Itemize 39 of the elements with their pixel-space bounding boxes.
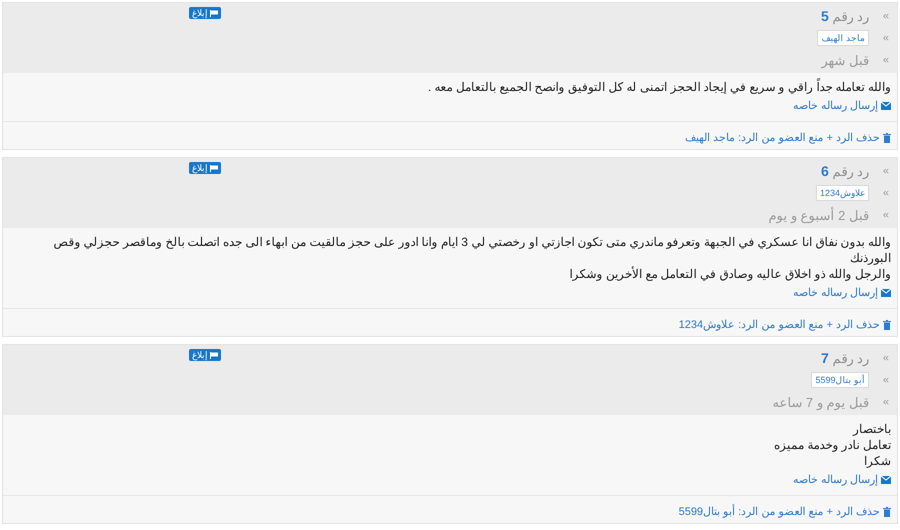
flag-icon — [210, 10, 218, 16]
post-time: قبل 2 أسبوع و يوم — [768, 208, 869, 222]
bullet-marker: » — [882, 396, 889, 408]
private-message-link[interactable]: إرسال رساله خاصه — [792, 473, 891, 487]
report-button[interactable]: إبلاغ — [189, 349, 221, 361]
private-message-link[interactable]: إرسال رساله خاصه — [792, 286, 891, 300]
reply-text: تعامل نادر وخدمة مميزه — [772, 437, 891, 453]
delete-ban-link[interactable]: حذف الرد + منع العضو من الرد: ماجد الهيف — [685, 131, 891, 145]
report-button[interactable]: إبلاغ — [189, 162, 221, 174]
flag-icon — [210, 352, 218, 358]
author-link[interactable]: أبو بتال5599 — [811, 372, 869, 388]
bullet-marker: » — [882, 374, 889, 386]
bullet-marker: » — [882, 209, 889, 221]
bullet-marker: » — [882, 32, 889, 44]
post-time: قبل شهر — [821, 52, 869, 68]
reply-text: والله بدون نفاق انا عسكري في الجبهة وتعرفو ماندري متى تكون اجازتي او رخصتي لي 3 ايام وانا ادور على حجز مالقيت من ابهاء الى جده اتصلت بالخ وماقصر حجزلي وقص البورذنك — [52, 234, 891, 266]
post-time: قبل يوم و 7 ساعه — [772, 394, 869, 410]
reply-text: باختصار — [852, 421, 891, 437]
trash-icon — [883, 320, 891, 330]
report-button[interactable]: إبلاغ — [189, 7, 221, 19]
bullet-marker: » — [882, 187, 889, 199]
delete-ban-link[interactable]: حذف الرد + منع العضو من الرد: علاوش1234 — [678, 318, 891, 332]
flag-icon — [210, 164, 218, 172]
envelope-icon — [881, 476, 891, 484]
delete-ban-link[interactable]: حذف الرد + منع العضو من الرد: أبو بتال5599 — [678, 505, 891, 519]
author-link[interactable]: ماجد الهيف — [817, 30, 869, 46]
bullet-marker: » — [882, 54, 889, 66]
bullet-marker: » — [882, 352, 889, 364]
bullet-marker: » — [882, 10, 889, 22]
reply-text: والله تعامله جداً راقي و سريع في إيجاد الحجز اتمنى له كل التوفيق وانصح الجميع بالتعامل معه . — [426, 79, 891, 95]
author-link[interactable]: علاوش1234 — [816, 185, 869, 201]
envelope-icon — [881, 102, 891, 110]
bullet-marker: » — [882, 165, 889, 177]
trash-icon — [883, 507, 891, 517]
reply-text: شكرا — [863, 453, 891, 469]
trash-icon — [883, 133, 891, 143]
envelope-icon — [881, 289, 891, 297]
private-message-link[interactable]: إرسال رساله خاصه — [792, 99, 891, 113]
reply-text: والرجل والله ذو اخلاق عاليه وصادق في التعامل مع الأخرين وشكرا — [568, 266, 891, 282]
